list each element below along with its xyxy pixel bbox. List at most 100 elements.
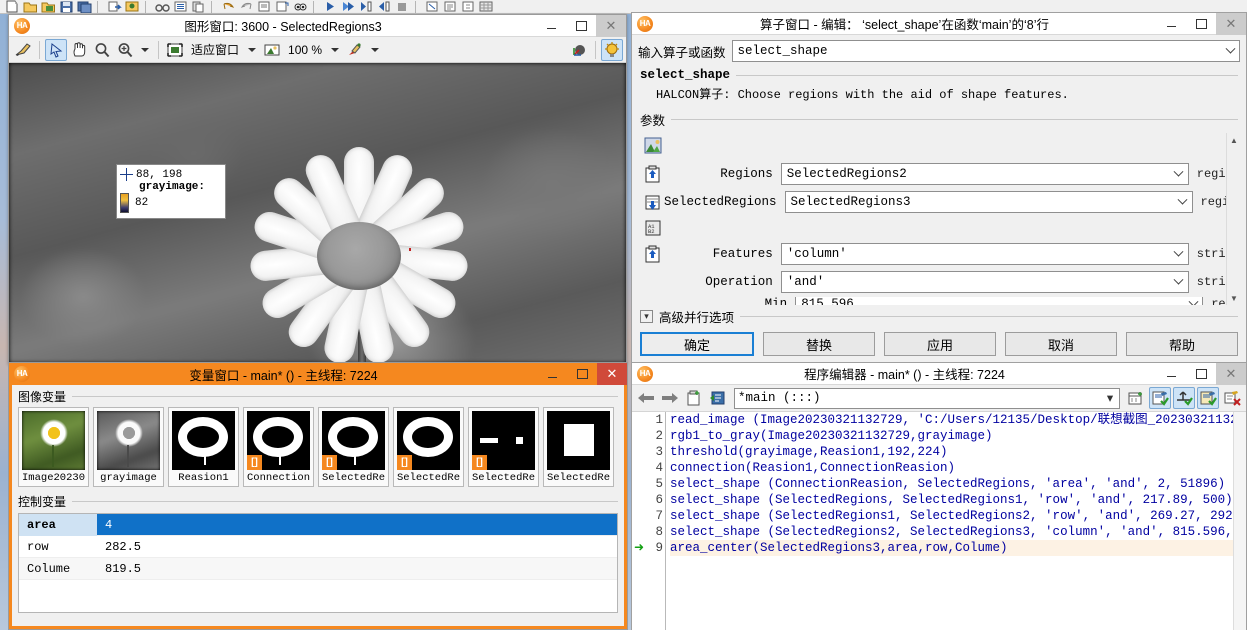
lightbulb-icon[interactable] [601,38,623,61]
save-icon[interactable] [58,0,75,13]
save-all-icon[interactable] [76,0,93,13]
chevron-down-icon[interactable] [1174,194,1192,206]
run-all-icon[interactable] [340,0,357,13]
reset-icon[interactable] [424,0,441,13]
arrow-back-icon[interactable] [635,387,657,409]
new-procedure-icon[interactable] [683,387,705,409]
list-item[interactable]: grayimage [93,407,164,487]
advanced-options-checkbox[interactable]: ▾ [640,310,653,323]
procedure-selector[interactable]: *main (:::) ▾ [734,387,1120,409]
fit-window-icon[interactable] [164,39,186,61]
param-row-operation[interactable]: Operation 'and' string [638,269,1240,295]
magnifier-plus-icon[interactable] [114,39,136,61]
hand-pan-icon[interactable] [68,39,90,61]
step-into-icon[interactable] [358,0,375,13]
editor-scrollbar[interactable] [1233,412,1246,630]
list-item[interactable]: Image202303 [18,407,89,487]
list-item[interactable]: [] SelectedReg [393,407,464,487]
copy-icon[interactable] [190,0,207,13]
paint-color-icon[interactable] [344,39,366,61]
param-input-selectedregions[interactable]: SelectedRegions3 [784,191,1193,213]
param-input-features[interactable]: 'column' [780,243,1189,265]
operator-input-row[interactable]: 输入算子或函数 select_shape [632,35,1246,66]
step-over-icon[interactable] [1173,387,1195,409]
doc2-icon[interactable] [460,0,477,13]
param-row-selectedregions[interactable]: SelectedRegions SelectedRegions3 region [638,189,1240,215]
params-scrollbar[interactable]: ▲ ▼ [1226,133,1240,305]
list-item[interactable]: SelectedReg [543,407,614,487]
code-line[interactable]: threshold(grayimage,Reasion1,192,224) [670,444,1246,460]
run-line-icon[interactable] [1197,387,1219,409]
minimize-button[interactable] [1156,13,1186,35]
param-input-min[interactable]: 815.596 [795,297,1204,305]
fit-dropdown-caret-icon[interactable] [248,47,257,52]
apply-button[interactable]: 应用 [884,332,996,356]
code-editor-area[interactable]: ➜ 1 2 3 4 5 6 7 8 9 read_image (Image202… [632,412,1246,630]
chevron-down-icon[interactable] [1170,166,1188,178]
watch-icon[interactable] [292,0,309,13]
param-input-regions[interactable]: SelectedRegions2 [780,163,1189,185]
control-variables-table[interactable]: area 4 row 282.5 Colume 819.5 [18,513,618,613]
step-back-icon[interactable] [376,0,393,13]
variable-window[interactable]: HA 变量窗口 - main* () - 主线程: 7224 ✕ 图像变量 Im… [8,362,628,630]
graphics-window-titlebar[interactable]: HA 图形窗口: 3600 - SelectedRegions3 ✕ [9,14,626,37]
zoom-level-caret-icon[interactable] [331,47,340,52]
list-icon[interactable] [172,0,189,13]
cancel-button[interactable]: 取消 [1005,332,1117,356]
maximize-button[interactable] [566,15,596,37]
close-button[interactable]: ✕ [597,363,627,385]
program-editor-window[interactable]: HA 程序编辑器 - main* () - 主线程: 7224 ✕ *main … [631,362,1247,630]
code-line[interactable]: read_image (Image20230321132729, 'C:/Use… [670,412,1246,428]
code-line[interactable]: select_shape (ConnectionReasion, Selecte… [670,476,1246,492]
open-folder-icon[interactable] [22,0,39,13]
graphics-toolbar[interactable]: 适应窗口 100 % [9,37,626,63]
undo-icon[interactable] [220,0,237,13]
chevron-down-icon[interactable] [1221,43,1239,55]
binoculars-icon[interactable] [154,0,171,13]
variable-window-buttons[interactable]: ✕ [537,363,627,385]
list-item[interactable]: [] SelectedReg [318,407,389,487]
table-row[interactable]: Colume 819.5 [19,558,617,580]
param-row-min[interactable]: Min 815.596 real [638,297,1240,305]
maximize-button[interactable] [1186,13,1216,35]
minimize-button[interactable] [537,363,567,385]
param-input-operation[interactable]: 'and' [780,271,1189,293]
draw-mode-icon[interactable] [12,39,34,61]
step-over-icon[interactable] [256,0,273,13]
insert-code-icon[interactable] [1125,387,1147,409]
replace-button[interactable]: 替换 [763,332,875,356]
chevron-down-icon[interactable] [1184,297,1202,305]
scroll-up-icon[interactable]: ▲ [1227,133,1240,147]
operator-name-input[interactable]: select_shape [731,40,1240,62]
procedure-icon[interactable] [707,387,729,409]
parameters-area[interactable]: Regions SelectedRegions2 region Selected… [638,133,1240,305]
list-item[interactable]: [] ConnectionR [243,407,314,487]
zoom-dropdown-caret-icon[interactable] [141,47,149,52]
chevron-down-icon[interactable] [1170,246,1188,258]
ok-button[interactable]: 确定 [640,332,754,356]
step-out-icon[interactable] [274,0,291,13]
maximize-button[interactable] [567,363,597,385]
code-line[interactable]: select_shape (SelectedRegions1, Selected… [670,508,1246,524]
graphics-canvas[interactable]: 88, 198 grayimage: 82 [9,63,626,363]
editor-window-buttons[interactable]: ✕ [1156,362,1246,385]
code-line[interactable]: connection(Reasion1,ConnectionReasion) [670,460,1246,476]
breakpoint-gutter[interactable]: ➜ [632,412,648,630]
reset-program-icon[interactable] [1221,387,1243,409]
editor-window-titlebar[interactable]: HA 程序编辑器 - main* () - 主线程: 7224 ✕ [632,362,1246,385]
param-row-regions[interactable]: Regions SelectedRegions2 region [638,161,1240,187]
help-button[interactable]: 帮助 [1126,332,1238,356]
table-row[interactable]: area 4 [19,513,617,536]
operator-window-buttons[interactable]: ✕ [1156,12,1246,35]
new-file-icon[interactable] [4,0,21,13]
magnifier-icon[interactable] [91,39,113,61]
run-icon[interactable] [322,0,339,13]
editor-toolbar[interactable]: *main (:::) ▾ [632,385,1246,412]
scroll-down-icon[interactable]: ▼ [1227,291,1240,305]
arrow-select-icon[interactable] [45,38,67,61]
operator-window-titlebar[interactable]: HA 算子窗口 - 编辑： ‘select_shape’在函数‘main’的‘8… [632,12,1246,35]
color-dropdown-caret-icon[interactable] [371,47,380,52]
chevron-down-icon[interactable] [1170,274,1188,286]
operator-window[interactable]: HA 算子窗口 - 编辑： ‘select_shape’在函数‘main’的‘8… [631,12,1247,370]
minimize-button[interactable] [1156,363,1186,385]
